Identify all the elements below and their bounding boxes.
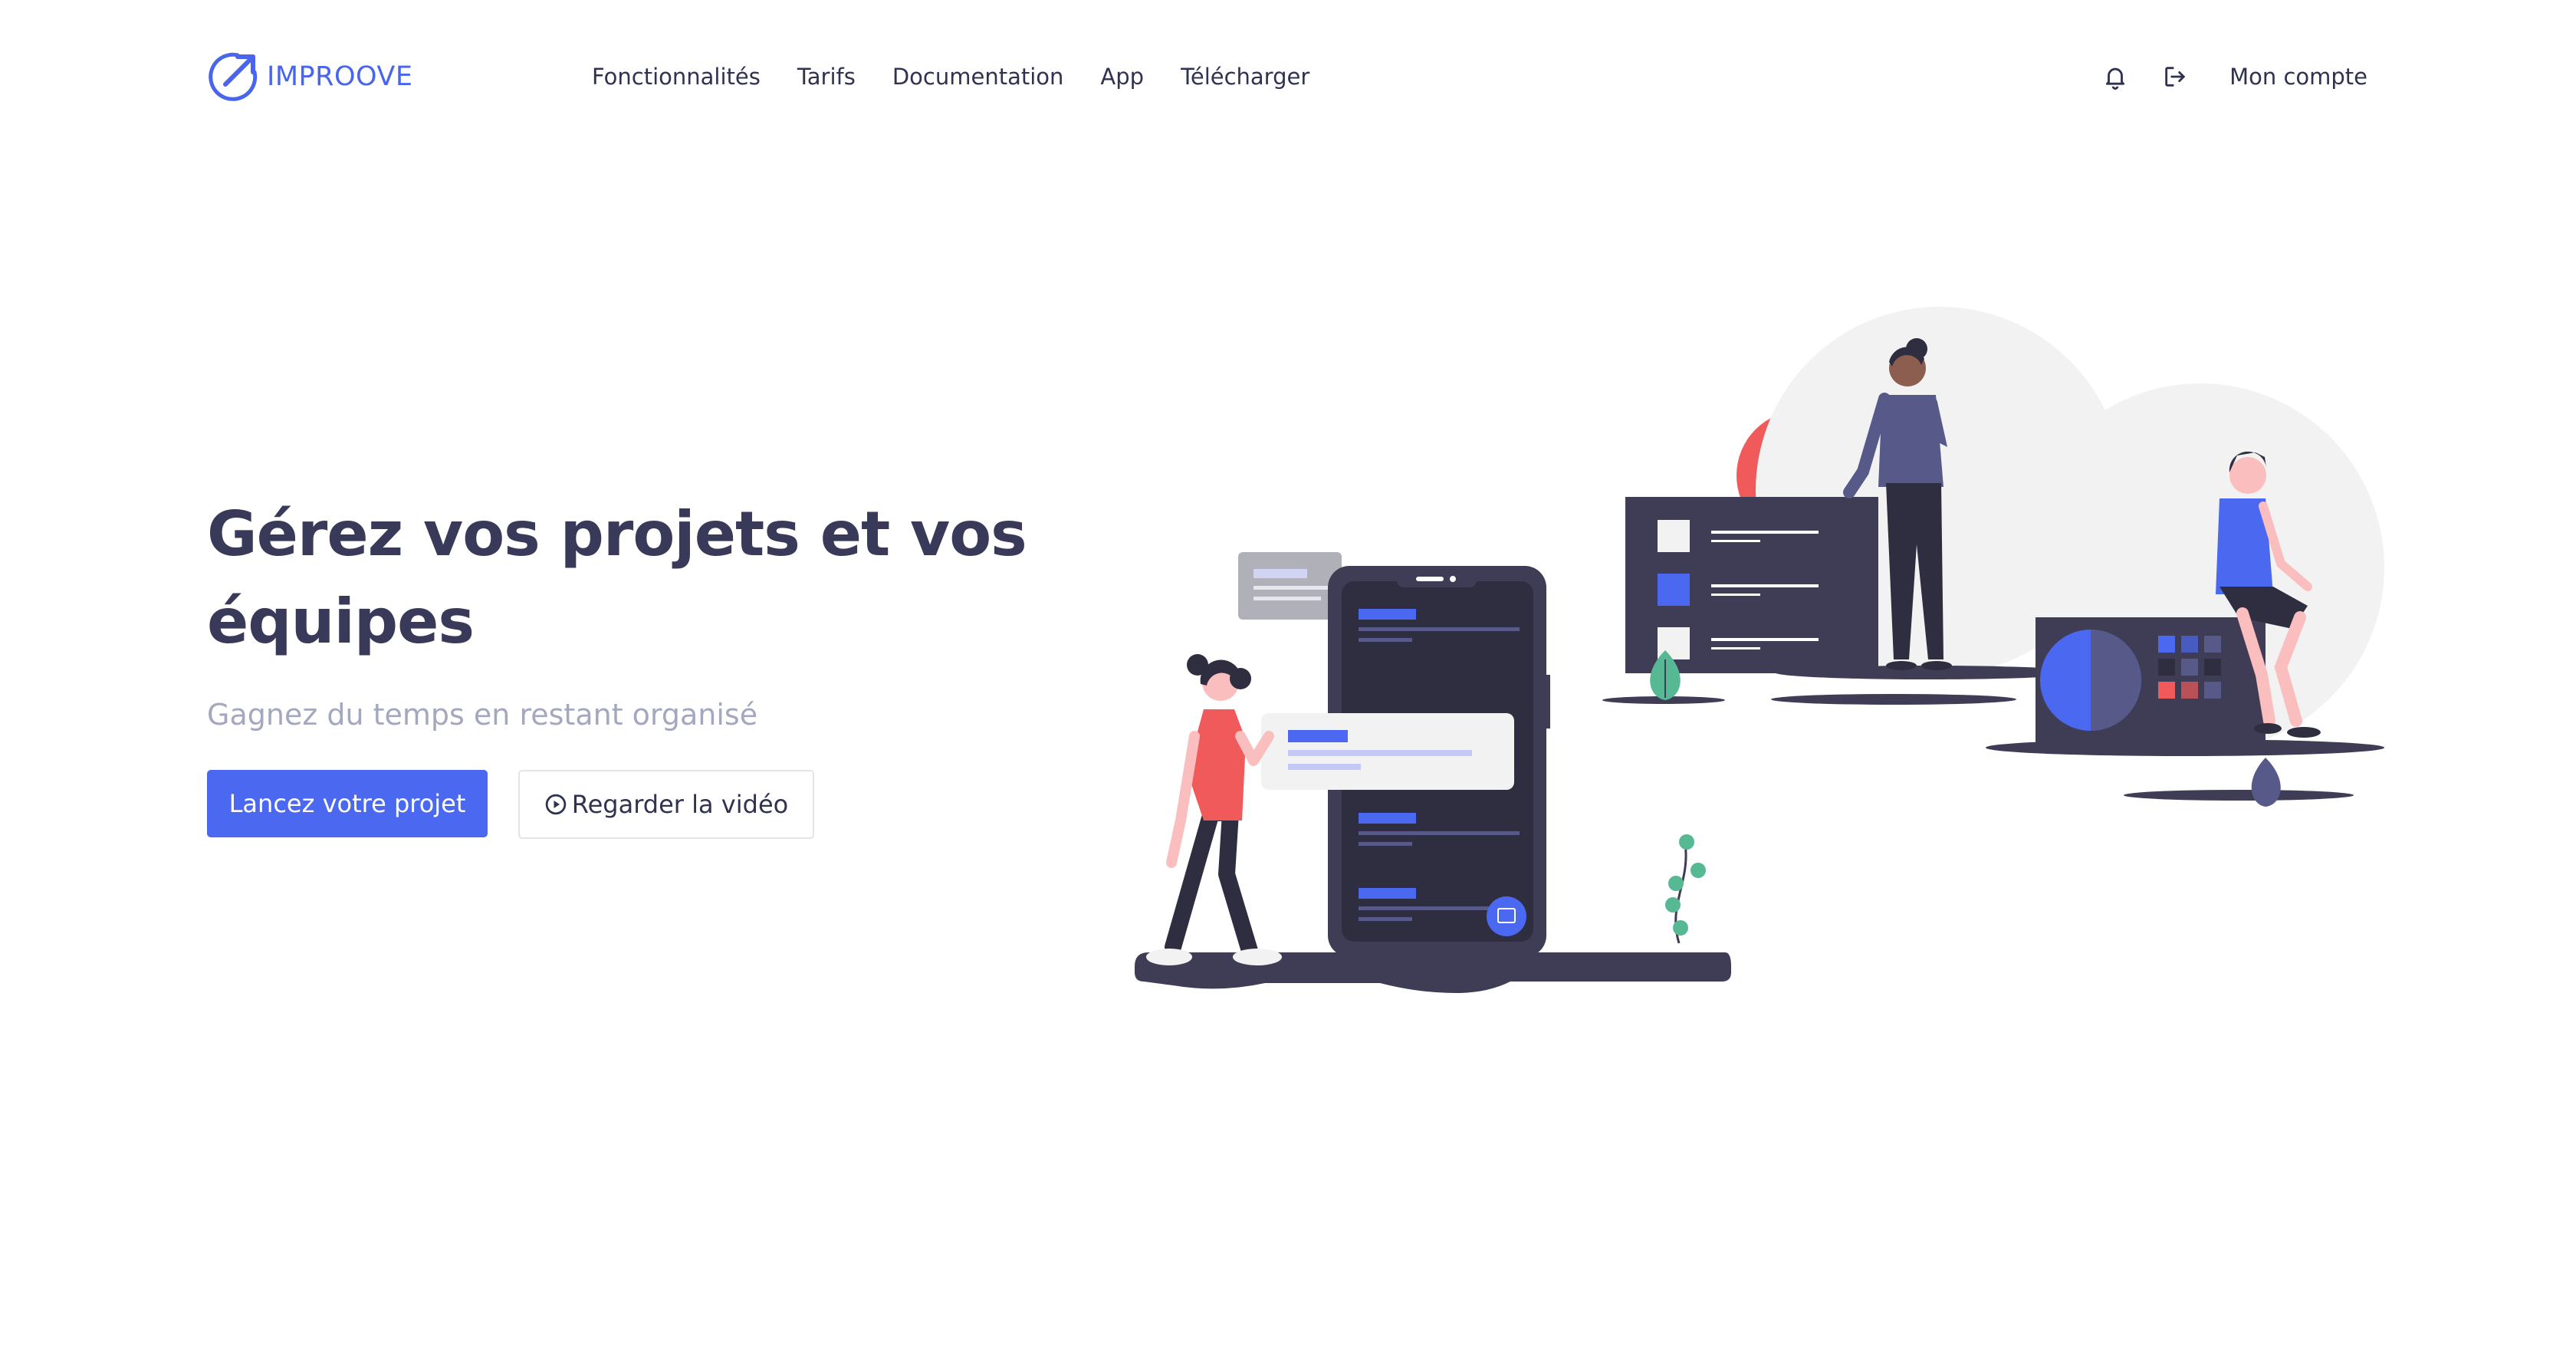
woman-walking-figure: [1146, 654, 1282, 965]
hero-subtitle: Gagnez du temps en restant organisé: [207, 698, 758, 732]
chat-bubble-card: [1261, 713, 1514, 790]
brand-logo[interactable]: IMPROOVE: [207, 51, 412, 103]
hero-illustration: [1135, 307, 2384, 993]
bell-icon[interactable]: [2102, 64, 2128, 90]
nav-link-documentation[interactable]: Documentation: [892, 60, 1064, 94]
play-circle-icon: [545, 794, 567, 815]
brand-name: IMPROOVE: [267, 61, 413, 92]
floor-platform: [1135, 952, 1731, 993]
analytics-board: [2036, 617, 2266, 744]
nav-link-tarifs[interactable]: Tarifs: [797, 60, 856, 94]
watch-video-label: Regarder la vidéo: [571, 790, 789, 819]
logout-icon[interactable]: [2162, 64, 2188, 90]
navbar: IMPROOVE Fonctionnalités Tarifs Document…: [0, 0, 2576, 153]
main-nav: Fonctionnalités Tarifs Documentation App…: [592, 60, 1346, 94]
arrow-up-right-icon: [209, 52, 258, 101]
nav-link-telecharger[interactable]: Télécharger: [1181, 60, 1309, 94]
start-project-button[interactable]: Lancez votre projet: [207, 770, 488, 837]
hero-section: Gérez vos projets et vos équipes Gagnez …: [207, 491, 1050, 839]
nav-link-app[interactable]: App: [1100, 60, 1144, 94]
nav-right: Mon compte: [2102, 55, 2367, 98]
nav-link-fonctionnalites[interactable]: Fonctionnalités: [592, 60, 761, 94]
hero-buttons: Lancez votre projet Regarder la vidéo: [207, 770, 1050, 839]
account-link[interactable]: Mon compte: [2229, 64, 2367, 90]
watch-video-button[interactable]: Regarder la vidéo: [518, 770, 814, 839]
hero-title: Gérez vos projets et vos équipes: [207, 498, 1027, 657]
task-board: [1625, 497, 1878, 673]
